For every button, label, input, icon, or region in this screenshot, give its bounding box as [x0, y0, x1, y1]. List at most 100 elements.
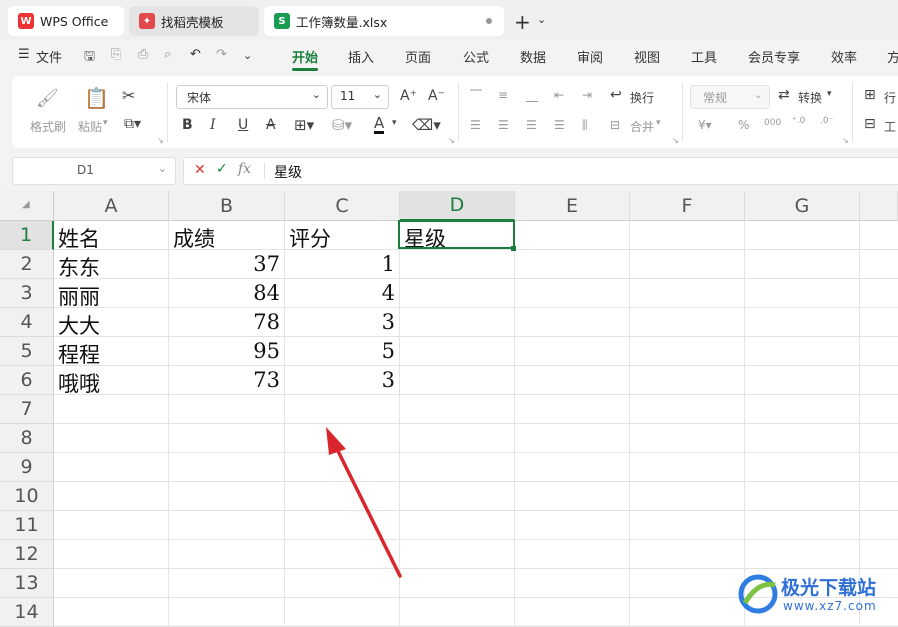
- menu-formula[interactable]: 公式: [463, 47, 489, 66]
- annotation-arrow: [326, 427, 402, 578]
- wps-logo-icon: W: [18, 13, 34, 29]
- decrease-decimal-icon[interactable]: .0⁻: [820, 116, 833, 126]
- name-box[interactable]: D1 ⌄: [12, 157, 176, 185]
- cut-icon[interactable]: ✂: [122, 86, 135, 105]
- menu-tools[interactable]: 工具: [691, 47, 717, 66]
- thousands-icon[interactable]: 000: [764, 118, 781, 128]
- print-preview-icon[interactable]: ⌕: [164, 47, 171, 62]
- wrap-text-label[interactable]: 换行: [630, 89, 654, 106]
- borders-icon[interactable]: ⊞▾: [294, 116, 314, 134]
- paste-chevron-icon[interactable]: ▾: [103, 118, 108, 128]
- format-painter-icon[interactable]: 🖌: [36, 88, 59, 109]
- align-left-icon[interactable]: ☰: [470, 118, 481, 132]
- wrap-text-icon[interactable]: ↩: [610, 87, 622, 103]
- menu-efficiency[interactable]: 效率: [831, 47, 857, 66]
- cancel-icon[interactable]: ✕: [194, 162, 206, 178]
- merge-icon[interactable]: ⊟: [610, 118, 620, 132]
- convert-icon[interactable]: ⇄: [778, 87, 790, 103]
- active-tab-indicator: [292, 68, 318, 71]
- spreadsheet-grid[interactable]: ◢ ABCDEFG 1 2 3 4 5 6 7 8 9 10 11 12 13 14 姓名 成绩 评分 星级 东东…: [0, 191, 898, 627]
- tab-wps-office[interactable]: W WPS Office: [8, 6, 124, 36]
- number-format-select[interactable]: 常规 ⌄: [690, 85, 770, 109]
- fill-color-icon[interactable]: ⛁▾: [332, 116, 352, 134]
- menu-data[interactable]: 数据: [520, 47, 546, 66]
- increase-indent-icon[interactable]: ⇥: [582, 88, 592, 102]
- tab-list-chevron-icon[interactable]: ⌄: [537, 13, 546, 26]
- increase-decimal-icon[interactable]: ⁺.0: [792, 116, 805, 126]
- menu-start[interactable]: 开始: [292, 47, 318, 66]
- chevron-down-icon: ⌄: [311, 88, 321, 101]
- align-bottom-icon[interactable]: ⎽: [526, 88, 538, 103]
- confirm-icon[interactable]: ✓: [216, 161, 228, 177]
- menu-view[interactable]: 视图: [634, 47, 660, 66]
- worksheet-icon[interactable]: ⊟: [864, 116, 876, 132]
- formula-input[interactable]: ✕ ✓ fx 星级: [183, 157, 898, 185]
- menu-bar: ☰ 文件 🖫 ⎘ ⎙ ⌕ ↶ ↷ ⌄ 开始 插入 页面 公式 数据 审阅 视图 …: [0, 40, 898, 72]
- hamburger-icon[interactable]: ☰: [18, 47, 30, 62]
- font-color-icon[interactable]: A: [374, 115, 385, 134]
- menu-member[interactable]: 会员专享: [748, 47, 800, 66]
- font-color-chevron-icon[interactable]: ▾: [392, 118, 397, 128]
- copy-icon[interactable]: ⧉▾: [124, 116, 141, 132]
- menu-page[interactable]: 页面: [405, 47, 431, 66]
- align-center-icon[interactable]: ☰: [498, 118, 509, 132]
- convert-label[interactable]: 转换: [798, 89, 822, 106]
- justify-icon[interactable]: ☰: [554, 118, 565, 132]
- formula-bar: D1 ⌄ ✕ ✓ fx 星级: [0, 152, 898, 188]
- percent-icon[interactable]: %: [738, 118, 749, 132]
- clear-format-icon[interactable]: ⌫▾: [412, 116, 441, 134]
- italic-button[interactable]: I: [210, 117, 216, 133]
- decrease-font-icon[interactable]: A⁻: [428, 88, 445, 104]
- tab-workbook[interactable]: S 工作簿数量.xlsx: [264, 6, 504, 36]
- formula-divider: [264, 163, 265, 179]
- number-format-value: 常规: [703, 91, 728, 105]
- format-painter-label[interactable]: 格式刷: [30, 118, 66, 135]
- font-size-value: 11: [340, 89, 356, 103]
- redo-icon[interactable]: ↷: [216, 47, 227, 62]
- paste-icon[interactable]: 📋: [84, 86, 109, 110]
- number-expand-icon[interactable]: ↘: [842, 136, 849, 145]
- menu-file[interactable]: 文件: [36, 47, 62, 66]
- font-name-select[interactable]: 宋体 ⌄: [176, 85, 328, 109]
- arrow-head: [326, 427, 346, 455]
- menu-review[interactable]: 审阅: [577, 47, 603, 66]
- print-icon[interactable]: ⎙: [138, 47, 148, 62]
- tab-template[interactable]: ✦ 找稻壳模板: [129, 6, 259, 36]
- menu-more[interactable]: 方: [887, 47, 898, 66]
- align-top-icon[interactable]: ⎺: [470, 88, 482, 103]
- align-right-icon[interactable]: ☰: [526, 118, 537, 132]
- tab-unsaved-dot-icon[interactable]: [486, 18, 492, 24]
- increase-font-icon[interactable]: A⁺: [400, 88, 417, 104]
- align-middle-icon[interactable]: ≡: [498, 88, 508, 102]
- more-chevron-icon[interactable]: ⌄: [243, 49, 252, 62]
- docer-logo-icon: ✦: [139, 13, 155, 29]
- export-icon[interactable]: ⎘: [111, 47, 121, 62]
- font-expand-icon[interactable]: ↘: [448, 136, 455, 145]
- fx-icon[interactable]: fx: [238, 161, 251, 177]
- row-col-icon[interactable]: ⊞: [864, 87, 876, 103]
- strikethrough-button[interactable]: A: [266, 117, 276, 133]
- divider: [167, 82, 168, 142]
- align-expand-icon[interactable]: ↘: [672, 136, 679, 145]
- spreadsheet-icon: S: [274, 13, 290, 29]
- clipboard-expand-icon[interactable]: ↘: [157, 136, 164, 145]
- watermark-logo: [738, 574, 778, 614]
- merge-chevron-icon[interactable]: ▾: [656, 118, 661, 128]
- undo-icon[interactable]: ↶: [190, 47, 201, 62]
- menu-insert[interactable]: 插入: [348, 47, 374, 66]
- font-size-select[interactable]: 11 ⌄: [331, 85, 389, 109]
- paste-label[interactable]: 粘贴: [78, 118, 102, 135]
- merge-label[interactable]: 合并: [630, 118, 654, 135]
- convert-chevron-icon[interactable]: ▾: [827, 89, 832, 99]
- worksheet-label[interactable]: 工: [884, 118, 896, 135]
- distributed-icon[interactable]: ⫼: [582, 118, 588, 133]
- arrow-shaft: [334, 445, 402, 578]
- decrease-indent-icon[interactable]: ⇤: [554, 88, 564, 102]
- currency-icon[interactable]: ¥▾: [698, 118, 712, 132]
- bold-button[interactable]: B: [182, 117, 193, 133]
- new-tab-button[interactable]: +: [514, 10, 531, 34]
- watermark-url: www.xz7.com: [783, 599, 877, 613]
- underline-button[interactable]: U: [238, 117, 248, 133]
- save-icon[interactable]: 🖫: [84, 47, 95, 69]
- row-col-label[interactable]: 行: [884, 89, 896, 106]
